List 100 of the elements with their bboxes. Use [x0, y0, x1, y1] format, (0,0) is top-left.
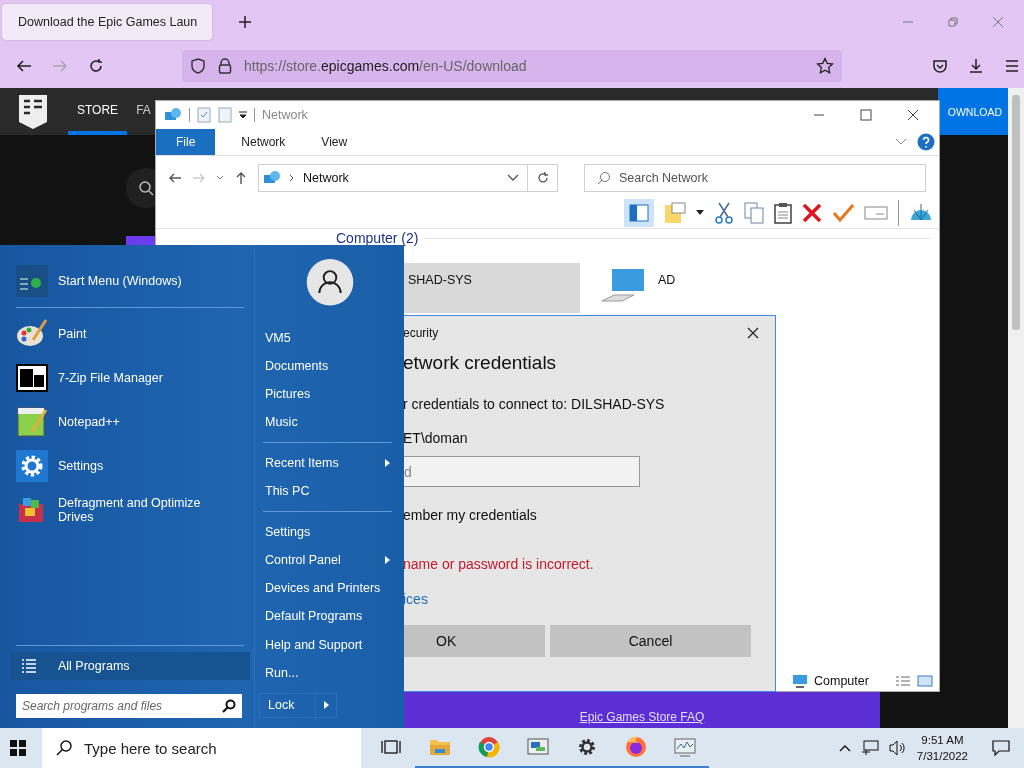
chevron-up-icon[interactable]: [838, 744, 851, 752]
scissors-icon[interactable]: [714, 202, 734, 224]
all-programs-button[interactable]: All Programs: [10, 652, 250, 680]
browser-tab[interactable]: Download the Epic Games Laun: [2, 4, 212, 40]
maximize-icon[interactable]: [860, 109, 872, 121]
ribbon-tab[interactable]: File: [156, 129, 216, 155]
archive-icon: [16, 362, 48, 394]
start-menu-link[interactable]: Pictures: [259, 379, 400, 408]
arrow-icon: [323, 701, 329, 710]
ribbon-tab[interactable]: View: [303, 129, 366, 155]
start-menu-link[interactable]: Devices and Printers: [259, 574, 400, 603]
user-name: ET\doman: [403, 430, 469, 446]
dropdown-icon[interactable]: [507, 174, 519, 182]
cancel-button[interactable]: Cancel: [550, 625, 751, 657]
caret-icon[interactable]: [696, 210, 704, 216]
computer-icon: [792, 674, 808, 688]
start-menu-link[interactable]: Default Programs: [259, 602, 400, 631]
clipboard-icon[interactable]: [774, 202, 792, 224]
start-menu-link[interactable]: Settings: [259, 518, 400, 547]
program-search-field[interactable]: Search programs and files: [16, 694, 242, 718]
copy-icon[interactable]: [744, 202, 764, 224]
store-nav-link[interactable]: FA: [127, 88, 151, 135]
program-item[interactable]: Settings: [10, 444, 254, 488]
more-choices-link[interactable]: ices: [403, 591, 428, 607]
list-icon: [22, 659, 36, 673]
start-icon[interactable]: [10, 740, 26, 756]
new-tab-icon[interactable]: [238, 15, 252, 29]
gear-icon: [16, 450, 48, 482]
start-menu-link[interactable]: Help and Support: [259, 630, 400, 659]
address-field[interactable]: Network: [258, 164, 528, 192]
caret-icon[interactable]: [239, 111, 247, 119]
menu-icon[interactable]: [1004, 58, 1020, 74]
user-avatar-icon[interactable]: [305, 259, 354, 306]
performance-monitor-icon: [673, 737, 696, 757]
download-icon[interactable]: [968, 58, 984, 74]
computer-item[interactable]: AD: [590, 263, 790, 313]
clock[interactable]: 9:51 AM 7/31/2022: [916, 732, 968, 764]
scrollbar[interactable]: [1008, 88, 1024, 728]
ribbon-tab[interactable]: Network: [223, 129, 304, 155]
search-input[interactable]: Search Network: [619, 166, 913, 190]
error-message: name or password is incorrect.: [403, 556, 595, 572]
status-text: Computer: [814, 674, 869, 688]
search-icon: [597, 171, 611, 185]
start-menu-link[interactable]: This PC: [259, 477, 400, 506]
download-button[interactable]: OWNLOAD: [938, 88, 1008, 135]
firefox-icon: [624, 736, 647, 758]
faq-link[interactable]: Epic Games Store FAQ: [579, 710, 705, 724]
close-icon[interactable]: [747, 327, 759, 339]
epic-logo-icon[interactable]: [18, 93, 48, 130]
close-icon[interactable]: [907, 109, 919, 121]
program-item[interactable]: 7-Zip File Manager: [10, 356, 254, 400]
window-title: Network: [262, 108, 308, 122]
start-menu-link[interactable]: Control Panel: [259, 546, 400, 575]
start-menu-link[interactable]: Run...: [259, 658, 400, 687]
bookmark-star-icon[interactable]: [816, 57, 834, 75]
dialog-heading: etwork credentials: [403, 352, 558, 374]
checkmark-icon[interactable]: [832, 203, 854, 223]
remember-label[interactable]: ember my credentials: [403, 507, 775, 523]
submenu-arrow-icon: [385, 458, 390, 467]
display-settings-icon: [526, 737, 549, 757]
program-item[interactable]: Start Menu (Windows): [10, 259, 254, 303]
start-menu-link[interactable]: VM5: [259, 323, 400, 352]
url-text: https://store.epicgames.com/en-US/download: [244, 58, 527, 74]
program-item[interactable]: Defragment and Optimize Drives: [10, 488, 254, 532]
notification-icon[interactable]: [992, 740, 1010, 756]
task-view-icon: [380, 738, 401, 756]
start-menu-link[interactable]: Music: [259, 407, 400, 436]
program-item[interactable]: Notepad++: [10, 400, 254, 444]
chevron-icon[interactable]: [895, 138, 907, 146]
network-icon[interactable]: [860, 740, 879, 756]
gear-icon: [576, 737, 597, 757]
volume-icon[interactable]: [888, 740, 907, 756]
dialog-title: ecurity: [403, 326, 439, 340]
network-icon: [263, 170, 281, 186]
connect-prompt: r credentials to connect to: DILSHAD-SYS: [403, 396, 666, 412]
submenu-arrow-icon: [385, 556, 390, 565]
help-icon[interactable]: [917, 133, 935, 151]
folder-icon: [428, 738, 451, 756]
search-icon[interactable]: [126, 168, 155, 208]
search-field[interactable]: Search Network: [584, 164, 926, 192]
pocket-icon[interactable]: [932, 58, 948, 74]
password-field[interactable]: d: [403, 456, 640, 487]
ok-button[interactable]: OK: [403, 625, 545, 657]
back-icon[interactable]: [16, 58, 32, 74]
tiles-view-icon[interactable]: [917, 675, 933, 687]
delete-icon[interactable]: [802, 203, 822, 223]
search-icon: [56, 740, 72, 756]
program-item[interactable]: Paint: [10, 312, 254, 356]
group-header[interactable]: Computer (2): [336, 230, 419, 246]
address-bar[interactable]: https://store.epicgames.com/en-US/download: [182, 50, 842, 82]
chrome-icon: [477, 736, 500, 758]
back-icon[interactable]: [168, 171, 182, 185]
start-menu-link[interactable]: Recent Items: [259, 448, 400, 478]
reload-icon[interactable]: [88, 58, 104, 74]
layout-pane-icon[interactable]: [624, 199, 654, 227]
up-icon[interactable]: [234, 171, 248, 185]
store-nav-link[interactable]: STORE: [68, 88, 128, 135]
taskbar-search-field[interactable]: Type here to search: [42, 728, 361, 768]
refresh-button[interactable]: [528, 164, 558, 192]
start-menu-link[interactable]: Documents: [259, 351, 400, 380]
